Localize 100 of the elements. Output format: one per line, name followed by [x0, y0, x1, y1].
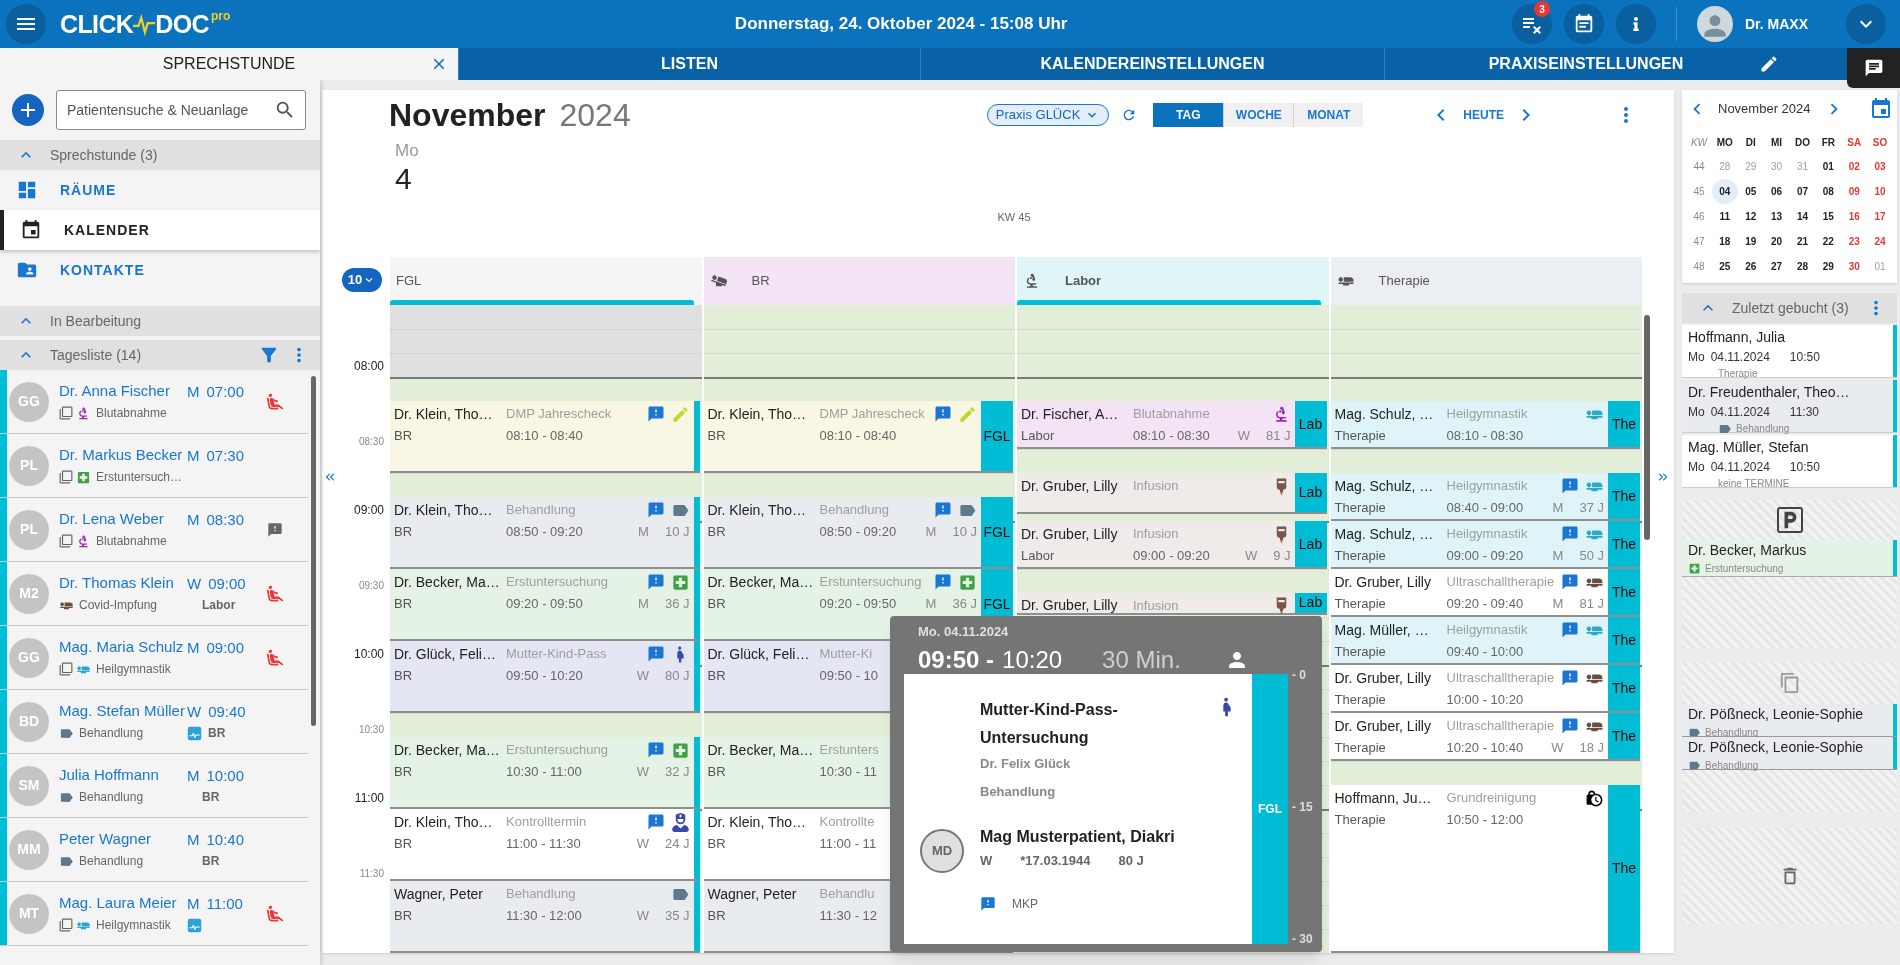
day-cell[interactable]: 20: [1763, 229, 1790, 254]
day-cell[interactable]: 12: [1737, 204, 1764, 229]
appointment-card[interactable]: Dr. Klein, Tho… Behandlung BR 08:50 - 09:20 M 10 J: [390, 497, 700, 569]
day-cell[interactable]: 10: [1867, 179, 1893, 204]
info-button[interactable]: [1616, 4, 1656, 44]
menu-button[interactable]: [6, 4, 46, 44]
day-cell[interactable]: 05: [1737, 179, 1764, 204]
day-cell[interactable]: 17: [1867, 204, 1893, 229]
appointment-card[interactable]: Dr. Gruber, Lilly Ultraschalltherapie Therapie 09:20 - 09:40 M 81 J The: [1330, 569, 1640, 617]
nav-item[interactable]: KALENDER: [0, 210, 320, 250]
document-card[interactable]: Dr. Pößneck, Leonie-Sophie Behandlung: [1682, 737, 1897, 770]
section-header[interactable]: Tagesliste (14): [0, 340, 320, 370]
appointment-card[interactable]: Dr. Becker, Ma… Erstuntersuchung BR 10:30 - 11:00 W 32 J: [390, 737, 700, 809]
day-cell[interactable]: 11: [1711, 204, 1738, 229]
user-avatar[interactable]: [1697, 6, 1733, 42]
patient-row[interactable]: BD Mag. Stefan Müller Behandlung W 09:40 BR: [0, 690, 308, 754]
tab[interactable]: SPRECHSTUNDE: [0, 48, 458, 80]
day-cell[interactable]: 01: [1815, 154, 1842, 179]
parked-card[interactable]: Dr. Becker, Markus Erstuntersuchung: [1682, 540, 1897, 577]
patient-name: Dr. Anna Fischer: [59, 381, 171, 401]
day-cell[interactable]: 27: [1763, 254, 1790, 279]
appointment-card[interactable]: Hoffmann, Ju… Grundreinigung Therapie 10:50 - 12:00 The: [1330, 785, 1640, 953]
appointment-card[interactable]: Dr. Gruber, Lilly Infusion Lab: [1017, 473, 1327, 514]
appointment-card[interactable]: Dr. Klein, Tho… Behandlung BR 08:50 - 09:20 M 10 J FGL: [703, 497, 1013, 569]
calendar-icon[interactable]: [1573, 13, 1595, 35]
booking-card[interactable]: Mag. Müller, Stefan Mo 04.11.2024 10:50 keine TERMINE: [1682, 435, 1897, 488]
day-cell[interactable]: 15: [1815, 204, 1842, 229]
view-tab[interactable]: WOCHE: [1223, 103, 1294, 127]
appointment-card[interactable]: Mag. Schulz, … Heilgymnastik Therapie 08:10 - 08:30 The: [1330, 401, 1640, 449]
day-cell[interactable]: 30: [1841, 254, 1868, 279]
booking-card[interactable]: Dr. Freudenthaler, Theo… Mo 04.11.2024 11:30 Behandlung: [1682, 380, 1897, 433]
patient-row[interactable]: PL Dr. Markus Becker Erstuntersuch… M 07:30: [0, 434, 308, 498]
today-button[interactable]: HEUTE: [1463, 106, 1504, 124]
appointment-card[interactable]: Mag. Schulz, … Heilgymnastik Therapie 09:00 - 09:20 M 50 J The: [1330, 521, 1640, 569]
day-cell[interactable]: 13: [1763, 204, 1790, 229]
day-cell[interactable]: 28: [1789, 254, 1816, 279]
patient-row[interactable]: PL Dr. Lena Weber Blutabnahme M 08:30: [0, 498, 308, 562]
appointment-card[interactable]: Dr. Becker, Ma… Erstuntersuchung BR 09:20 - 09:50 M 36 J: [390, 569, 700, 641]
search-field[interactable]: Patientensuche & Neuanlage: [56, 90, 306, 130]
appointment-card[interactable]: Mag. Müller, … Heilgymnastik Therapie 09:40 - 10:00 The: [1330, 617, 1640, 665]
scrollbar[interactable]: [1644, 315, 1650, 540]
day-cell[interactable]: 08: [1815, 179, 1842, 204]
patient-row[interactable]: GG Mag. Maria Schulz Heilgymnastik M 09:00: [0, 626, 308, 690]
column-header[interactable]: Therapie: [1330, 257, 1642, 305]
section-header[interactable]: In Bearbeitung: [0, 306, 320, 336]
day-cell[interactable]: 16: [1841, 204, 1868, 229]
pencil-icon[interactable]: [1759, 54, 1779, 74]
day-cell[interactable]: 18: [1711, 229, 1738, 254]
search-icon[interactable]: [274, 99, 296, 121]
day-cell[interactable]: 03: [1867, 154, 1893, 179]
appointment-card[interactable]: Dr. Gruber, Lilly Infusion Lab: [1017, 593, 1327, 615]
calendar-icon[interactable]: [1869, 97, 1893, 121]
appointment-card[interactable]: Wagner, Peter Behandlung BR 11:30 - 12:00 W 35 J: [390, 881, 700, 953]
column-header[interactable]: BR: [703, 257, 1015, 305]
day-cell[interactable]: 04: [1711, 179, 1738, 204]
nav-item[interactable]: KONTAKTE: [0, 250, 320, 290]
patient-row[interactable]: GG Dr. Anna Fischer Blutabnahme M 07:00: [0, 370, 308, 434]
appointment-card[interactable]: Dr. Gruber, Lilly Infusion Labor 09:00 - 09:20 W 9 J Lab: [1017, 521, 1327, 569]
day-cell[interactable]: 02: [1841, 154, 1868, 179]
day-cell[interactable]: 07: [1789, 179, 1816, 204]
day-cell[interactable]: 14: [1789, 204, 1816, 229]
view-tab[interactable]: TAG: [1153, 103, 1224, 127]
patient-row[interactable]: M2 Dr. Thomas Klein Covid-Impfung W 09:00 Labor: [0, 562, 308, 626]
day-cell[interactable]: 25: [1711, 254, 1738, 279]
day-cell[interactable]: 23: [1841, 229, 1868, 254]
chat-icon[interactable]: [1863, 58, 1884, 78]
patient-row[interactable]: SM Julia Hoffmann Behandlung M 10:00 BR: [0, 754, 308, 818]
nav-item[interactable]: RÄUME: [0, 170, 320, 210]
appointment-card[interactable]: Dr. Glück, Feli… Mutter-Kind-Pass BR 09:50 - 10:20 W 80 J: [390, 641, 700, 713]
patient-row[interactable]: MT Mag. Laura Meier Heilgymnastik M 11:00: [0, 882, 308, 946]
day-cell[interactable]: 22: [1815, 229, 1842, 254]
document-card[interactable]: Dr. Pößneck, Leonie-Sophie Behandlung: [1682, 704, 1897, 737]
column-header[interactable]: FGL: [390, 257, 702, 305]
appointment-card[interactable]: Mag. Schulz, … Heilgymnastik Therapie 08:40 - 09:00 M 37 J The: [1330, 473, 1640, 521]
day-cell[interactable]: 09: [1841, 179, 1868, 204]
appointment-card[interactable]: Dr. Klein, Tho… DMP Jahrescheck BR 08:10 - 08:40 FGL: [703, 401, 1013, 473]
view-tab[interactable]: MONAT: [1293, 103, 1364, 127]
section-header[interactable]: Zuletzt gebucht (3): [1682, 293, 1897, 323]
day-cell[interactable]: 21: [1789, 229, 1816, 254]
day-cell[interactable]: 24: [1867, 229, 1893, 254]
day-cell[interactable]: 19: [1737, 229, 1764, 254]
zoom-dropdown[interactable]: 10: [342, 268, 382, 292]
appointment-card[interactable]: Dr. Klein, Tho… Kontrolltermin BR 11:00 - 11:30 W 24 J: [390, 809, 700, 881]
patient-name: Dr. Gruber, Lilly: [1334, 716, 1432, 736]
scrollbar[interactable]: [311, 376, 316, 726]
appointment-card[interactable]: Dr. Gruber, Lilly Ultraschalltherapie Therapie 10:00 - 10:20 The: [1330, 665, 1640, 713]
appointment-card[interactable]: Dr. Gruber, Lilly Ultraschalltherapie Therapie 10:20 - 10:40 W 18 J The: [1330, 713, 1640, 761]
column-header[interactable]: Labor: [1017, 257, 1329, 305]
booking-card[interactable]: Hoffmann, Julia Mo 04.11.2024 10:50 Therapie: [1682, 325, 1897, 378]
day-cell[interactable]: 29: [1815, 254, 1842, 279]
day-cell[interactable]: 06: [1763, 179, 1790, 204]
practice-dropdown[interactable]: Praxis GLÜCK: [986, 104, 1110, 126]
appointment-card[interactable]: Dr. Klein, Tho… DMP Jahrescheck BR 08:10 - 08:40: [390, 401, 700, 473]
appointment-card[interactable]: Dr. Fischer, A… Blutabnahme Labor 08:10 - 08:30 W 81 J Lab: [1017, 401, 1327, 449]
calendar-help-button[interactable]: [1564, 4, 1604, 44]
chat-button[interactable]: [1847, 48, 1900, 88]
section-header[interactable]: Sprechstunde (3): [0, 140, 320, 170]
day-cell[interactable]: 26: [1737, 254, 1764, 279]
patient-row[interactable]: MM Peter Wagner Behandlung M 10:40 BR: [0, 818, 308, 882]
list-remove-button[interactable]: 3: [1512, 4, 1552, 44]
